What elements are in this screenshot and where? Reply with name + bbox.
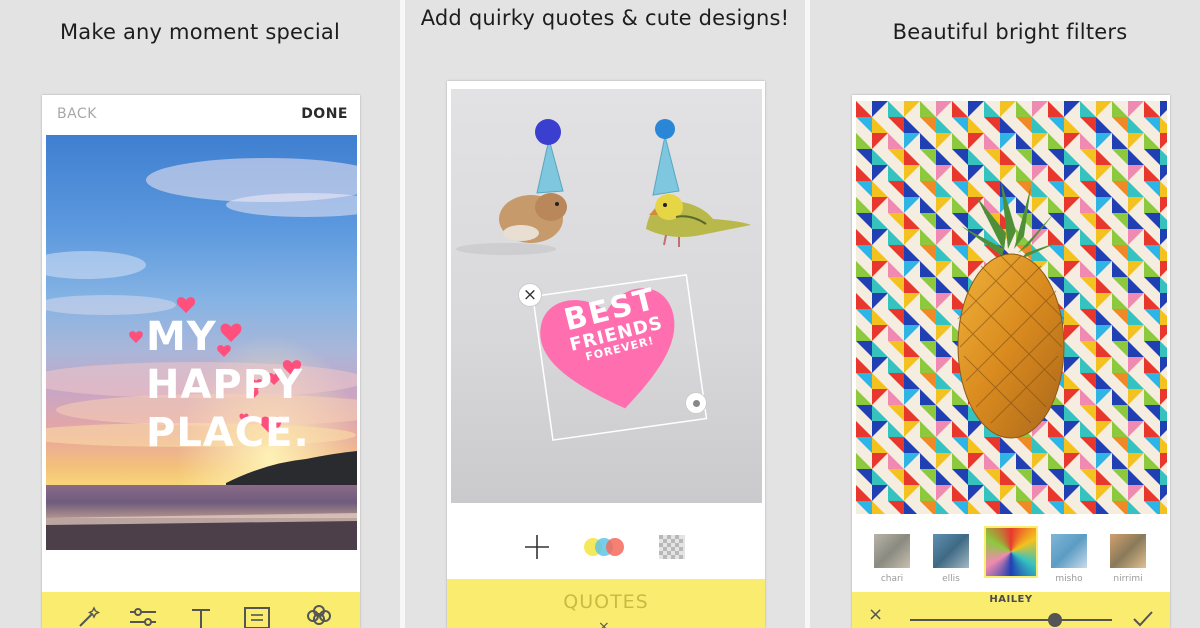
filter-thumbnail[interactable]: misho [1051, 534, 1087, 584]
filter-preview [984, 526, 1038, 578]
cancel-icon[interactable]: × [868, 606, 883, 624]
phone-screen: BEST FRIENDS FOREVER! × QUOTES × [447, 81, 765, 628]
done-button[interactable]: DONE [301, 106, 348, 122]
phone-screen: BACK DONE MY HAPPY PLACE. [42, 95, 360, 628]
filter-preview [874, 534, 910, 568]
remove-sticker-icon[interactable]: × [518, 283, 542, 307]
edit-toolbar [42, 592, 360, 628]
top-bar: BACK DONE [42, 95, 360, 135]
screenshot-panel-quotes: Add quirky quotes & cute designs! BEST F… [405, 0, 805, 628]
active-filter-label: HAILEY [989, 594, 1033, 605]
filter-name: chari [880, 574, 904, 584]
panel-caption: Make any moment special [59, 20, 341, 44]
confirm-check-icon[interactable] [1132, 610, 1154, 628]
close-icon[interactable]: × [598, 619, 610, 628]
slider-knob[interactable] [1048, 613, 1063, 627]
panel-caption: Add quirky quotes & cute designs! [420, 6, 790, 30]
transparency-icon[interactable] [659, 535, 685, 559]
filter-control-bar: HAILEY × [852, 592, 1170, 628]
filter-thumbnail[interactable]: nirrimi [1110, 534, 1146, 584]
toys-photo: BEST FRIENDS FOREVER! × [451, 89, 762, 503]
add-icon[interactable] [523, 533, 551, 561]
sticker-line: PLACE. [146, 410, 310, 456]
panel-caption: Beautiful bright filters [892, 20, 1128, 44]
intensity-slider[interactable] [910, 613, 1112, 627]
sticker-text[interactable]: MY HAPPY PLACE. [146, 313, 310, 457]
sticker-actions [447, 503, 765, 579]
filter-name: ellis [942, 574, 960, 584]
filter-preview [1110, 534, 1146, 568]
filter-thumbnail-selected[interactable] [984, 526, 1038, 578]
pineapple-photo [856, 101, 1167, 514]
filter-name: misho [1055, 574, 1083, 584]
magic-wand-icon[interactable] [74, 604, 104, 628]
filter-thumbnail[interactable]: ellis [933, 534, 969, 584]
triangle-pattern-scene [856, 101, 1167, 514]
sticker-line: HAPPY [146, 362, 304, 408]
quotes-label: QUOTES [563, 591, 649, 613]
filter-strip: chari ellis misho nirrimi [852, 514, 1170, 592]
filter-preview [1051, 534, 1087, 568]
resize-handle-icon[interactable] [685, 392, 707, 414]
sliders-icon[interactable] [128, 604, 158, 628]
filter-thumbnail[interactable]: chari [874, 534, 910, 584]
filter-name: nirrimi [1113, 574, 1143, 584]
sticker-line: MY [146, 314, 217, 360]
sunset-photo: MY HAPPY PLACE. [46, 135, 357, 550]
back-button[interactable]: BACK [57, 106, 97, 122]
quotes-tab-bar[interactable]: QUOTES × [447, 579, 765, 628]
color-circles-icon[interactable] [581, 535, 627, 559]
phone-screen: chari ellis misho nirrimi HAILEY × [852, 95, 1170, 628]
screenshot-panel-filters: Beautiful bright filters chari ellis mis… [810, 0, 1200, 628]
filter-preview [933, 534, 969, 568]
screenshot-panel-moments: Make any moment special BACK DONE MY HAP… [0, 0, 400, 628]
sticker-icon[interactable] [304, 604, 334, 628]
text-icon[interactable] [186, 604, 216, 628]
frame-icon[interactable] [242, 604, 272, 628]
